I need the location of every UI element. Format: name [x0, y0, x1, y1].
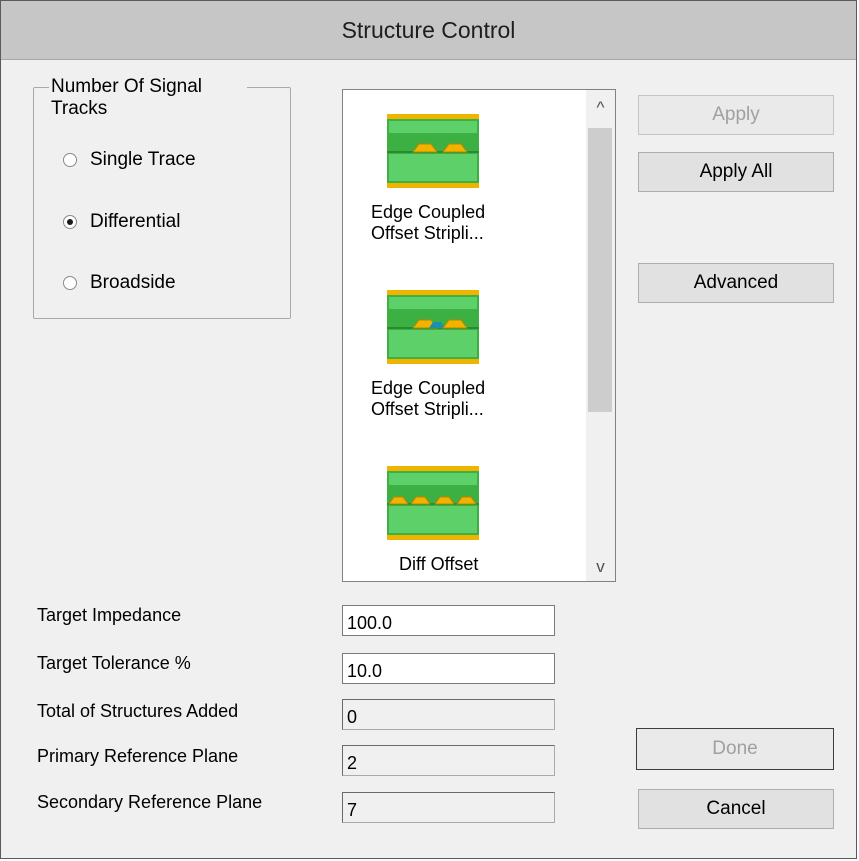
edge-coupled-offset-stripline-icon	[387, 114, 479, 188]
window-title: Structure Control	[341, 16, 516, 43]
vertical-scrollbar[interactable]: ^ v	[586, 90, 615, 581]
target-impedance-field[interactable]: 100.0	[342, 605, 555, 636]
done-button[interactable]: Done	[636, 728, 834, 770]
radio-label: Single Trace	[90, 149, 196, 170]
advanced-button[interactable]: Advanced	[638, 263, 834, 303]
title-bar[interactable]: Structure Control	[1, 1, 856, 60]
scroll-up-icon[interactable]: ^	[586, 96, 615, 120]
radio-button[interactable]	[63, 276, 77, 290]
target-impedance-label: Target Impedance	[37, 605, 182, 625]
total-structures-label: Total of Structures Added	[37, 701, 239, 721]
target-tolerance-field[interactable]: 10.0	[342, 653, 555, 684]
structure-label: Edge Coupled Offset Stripli...	[371, 202, 486, 243]
apply-all-button[interactable]: Apply All	[638, 152, 834, 192]
radio-label: Broadside	[90, 272, 176, 293]
scroll-down-icon[interactable]: v	[586, 555, 615, 579]
radio-differential[interactable]: Differential	[63, 211, 180, 233]
radio-button[interactable]	[63, 215, 77, 229]
primary-reference-plane-label: Primary Reference Plane	[37, 746, 239, 766]
radio-single-trace[interactable]: Single Trace	[63, 149, 196, 171]
primary-reference-plane-field: 2	[342, 745, 555, 776]
scroll-thumb[interactable]	[588, 128, 612, 412]
structure-label: Diff Offset	[399, 554, 479, 574]
edge-coupled-offset-stripline-selected-icon	[387, 290, 479, 364]
secondary-reference-plane-label: Secondary Reference Plane	[37, 792, 263, 812]
target-tolerance-label: Target Tolerance %	[37, 653, 191, 673]
signal-tracks-legend: Number Of Signal Tracks	[49, 76, 247, 120]
structure-list[interactable]: Edge Coupled Offset Stripli... Edge Coup…	[342, 89, 616, 582]
apply-button[interactable]: Apply	[638, 95, 834, 135]
structure-label: Edge Coupled Offset Stripli...	[371, 378, 486, 419]
cancel-button[interactable]: Cancel	[638, 789, 834, 829]
radio-label: Differential	[90, 211, 181, 232]
diff-offset-stripline-icon	[387, 466, 479, 540]
radio-broadside[interactable]: Broadside	[63, 272, 176, 294]
total-structures-field: 0	[342, 699, 555, 730]
secondary-reference-plane-field: 7	[342, 792, 555, 823]
structure-control-dialog: Structure Control Number Of Signal Track…	[0, 0, 857, 859]
radio-button[interactable]	[63, 153, 77, 167]
